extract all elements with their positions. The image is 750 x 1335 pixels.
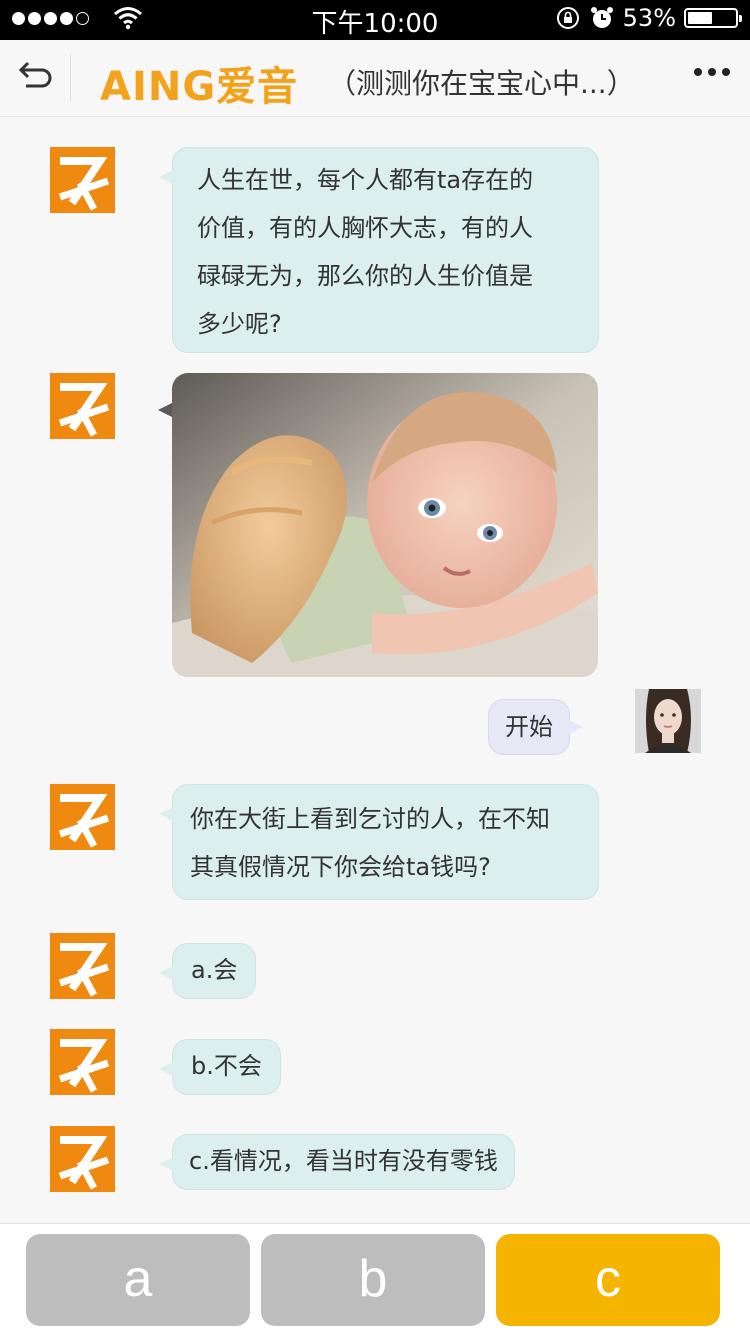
message-line: 价值，有的人胸怀大志，有的人 <box>197 214 533 242</box>
chat-area: 人生在世，每个人都有ta存在的 价值，有的人胸怀大志，有的人 碌碌无为，那么你的… <box>0 117 750 1223</box>
bot-bubble: 人生在世，每个人都有ta存在的 价值，有的人胸怀大志，有的人 碌碌无为，那么你的… <box>159 147 599 353</box>
brand-logo: AING爱音 <box>100 64 299 110</box>
option-b-button[interactable]: b <box>261 1234 485 1326</box>
option-b-bubble: b.不会 <box>159 1039 281 1095</box>
message-line: 碌碌无为，那么你的人生价值是 <box>197 262 533 290</box>
bot-avatar-icon <box>50 933 115 999</box>
message-line: 其真假情况下你会给ta钱吗? <box>190 853 491 881</box>
message-line: 多少呢? <box>197 310 282 338</box>
bot-avatar-icon <box>50 784 115 850</box>
bot-bubble: 你在大街上看到乞讨的人，在不知 其真假情况下你会给ta钱吗? <box>159 784 599 900</box>
option-c-bubble: c.看情况，看当时有没有零钱 <box>159 1134 515 1190</box>
option-a-bubble: a.会 <box>158 943 257 999</box>
status-bar: 下午10:00 53% <box>0 0 750 40</box>
battery-icon <box>684 8 742 28</box>
user-avatar[interactable] <box>635 689 701 753</box>
answer-bar: a b c <box>0 1223 750 1335</box>
message-line: 你在大街上看到乞讨的人，在不知 <box>190 805 550 833</box>
bot-avatar-icon <box>50 147 115 213</box>
page-title: （测测你在宝宝心中...） <box>328 67 635 100</box>
option-a-button[interactable]: a <box>26 1234 250 1326</box>
bot-avatar-icon <box>50 1126 115 1192</box>
alarm-icon <box>590 7 613 28</box>
option-c-button[interactable]: c <box>496 1234 720 1326</box>
user-bubble: 开始 <box>488 699 583 755</box>
message-line: 人生在世，每个人都有ta存在的 <box>197 166 534 194</box>
battery-percent: 53% <box>622 4 676 32</box>
header-divider <box>70 54 71 102</box>
bot-avatar-icon <box>50 1029 115 1095</box>
bot-avatar-icon <box>50 373 115 439</box>
back-icon[interactable] <box>16 60 56 96</box>
rotation-lock-icon <box>556 7 579 29</box>
bubble-tail <box>158 403 172 417</box>
nav-header: AING爱音 （测测你在宝宝心中...） <box>0 40 750 117</box>
more-icon[interactable] <box>694 68 730 76</box>
baby-with-kitten-photo[interactable] <box>172 373 598 677</box>
